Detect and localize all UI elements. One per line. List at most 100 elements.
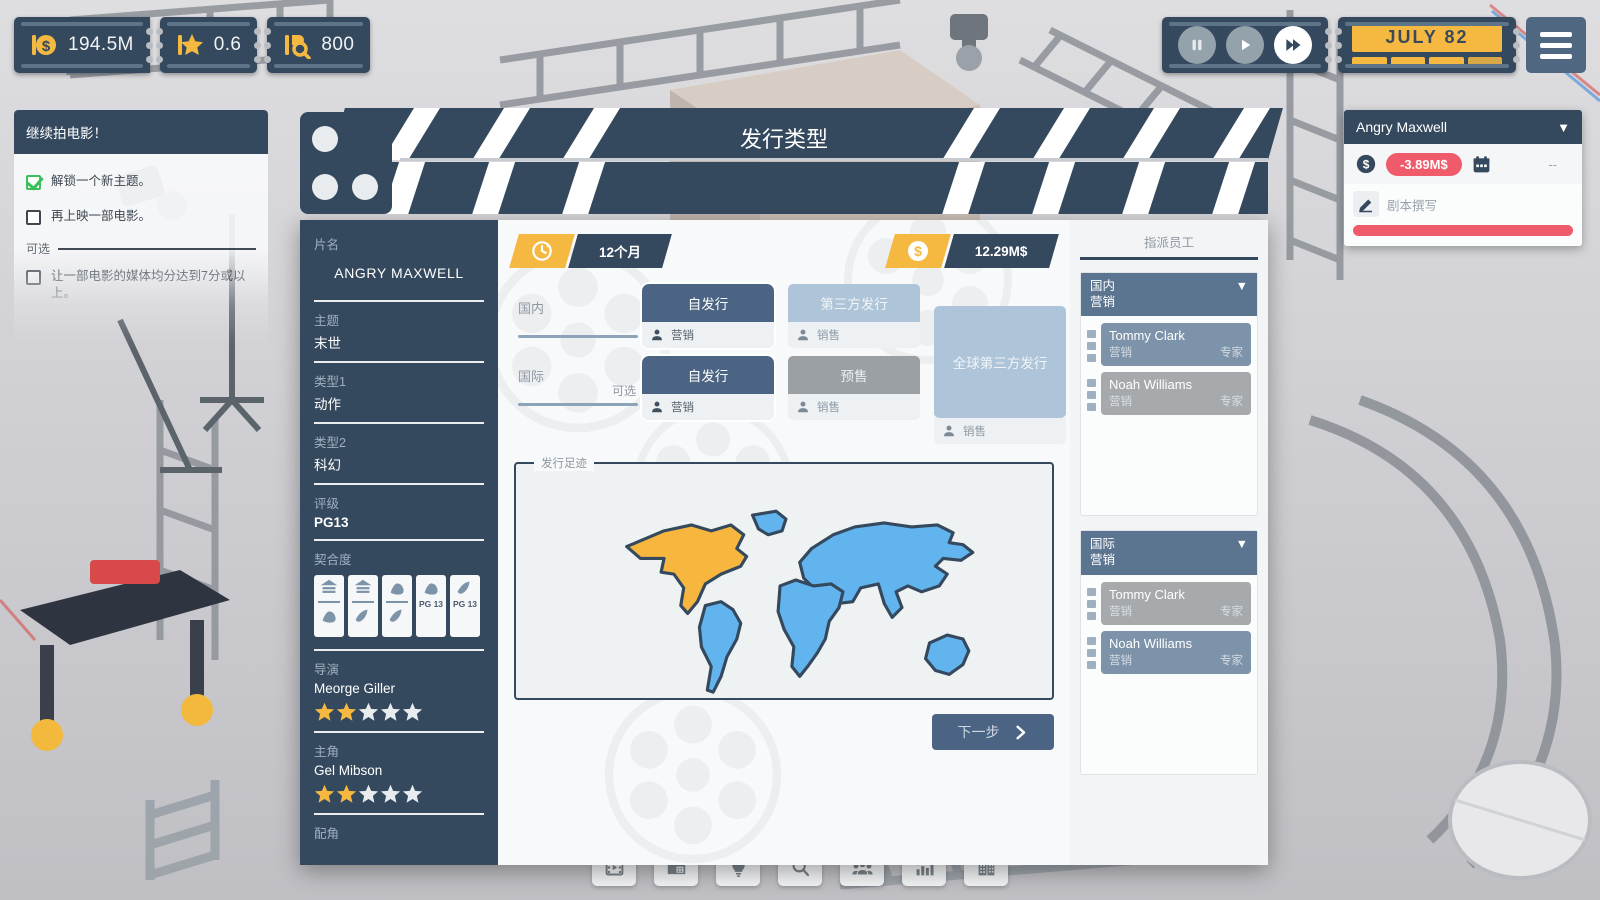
drag-handle-icon[interactable] <box>1087 582 1096 625</box>
chevron-down-icon[interactable]: ▼ <box>1557 120 1570 135</box>
menu-icon-bar <box>1540 43 1572 48</box>
fit-rating: PG 13 <box>453 600 477 609</box>
staff-group-role: 营销 <box>1090 295 1115 309</box>
staff-group-dropdown[interactable]: 国内 营销 ▼ <box>1081 273 1257 316</box>
objective-item-optional[interactable]: 让一部电影的媒体均分达到7分或以上。 <box>26 259 256 311</box>
row-label: 国内 <box>518 298 544 317</box>
staff-card[interactable]: Tommy Clark 营销 专家 <box>1101 582 1251 625</box>
fit-card[interactable] <box>382 575 412 637</box>
speed-and-date: JULY 82 <box>1162 17 1586 73</box>
staff-skill: 专家 <box>1220 344 1243 360</box>
staff-card[interactable]: Noah Williams 营销 专家 <box>1101 372 1251 415</box>
fit-card[interactable] <box>314 575 344 637</box>
distribution-center-panel: 12个月 $ 12.29M$ 国内 国际 可选 <box>498 220 1070 865</box>
fast-forward-icon <box>1283 35 1303 55</box>
objective-item[interactable]: 再上映一部电影。 <box>26 199 256 234</box>
staff-group-region: 国际 <box>1090 537 1115 551</box>
menu-button[interactable] <box>1526 17 1586 73</box>
staff-list: Tommy Clark 营销 专家 Noah Williams <box>1081 316 1257 507</box>
resource-money[interactable]: $ 194.5M <box>14 17 150 73</box>
option-title: 预售 <box>788 356 920 394</box>
project-stage: 剧本撰写 <box>1387 195 1437 214</box>
objective-text: 再上映一部电影。 <box>51 208 151 225</box>
field-label: 主题 <box>314 310 484 329</box>
date-progress <box>1352 57 1502 68</box>
resource-research[interactable]: 800 <box>267 17 370 73</box>
option-domestic-thirdparty[interactable]: 第三方发行 销售 <box>788 284 920 348</box>
fit-card[interactable]: PG 13 <box>416 575 446 637</box>
star-empty-icon <box>380 783 401 804</box>
scifi-icon <box>386 605 408 627</box>
staff-role: 营销 <box>1109 603 1132 619</box>
film-title-value: ANGRY MAXWELL <box>314 253 484 291</box>
staff-list-item[interactable]: Noah Williams 营销 专家 <box>1087 372 1251 415</box>
chevron-down-icon[interactable]: ▼ <box>1236 537 1248 553</box>
fit-cards: PG 13 PG 13 <box>314 575 484 637</box>
pause-icon <box>1188 36 1206 54</box>
pencil-icon <box>1353 191 1379 217</box>
option-domestic-self[interactable]: 自发行 营销 <box>642 284 774 348</box>
play-icon <box>1236 36 1254 54</box>
drag-handle-icon[interactable] <box>1087 631 1096 674</box>
project-budget: -3.89M$ <box>1386 153 1462 176</box>
distribution-modal: 发行类型 片名 ANGRY MAXWELL 主题 末世 类型1 动作 类型2 科… <box>300 104 1268 865</box>
money-icon: $ <box>886 234 952 268</box>
film-info-panel: 片名 ANGRY MAXWELL 主题 末世 类型1 动作 类型2 科幻 评级 … <box>300 220 498 865</box>
staff-card[interactable]: Noah Williams 营销 专家 <box>1101 631 1251 674</box>
genre-icon <box>386 577 408 599</box>
star-filled-icon <box>314 701 335 722</box>
fast-forward-button[interactable] <box>1274 26 1312 64</box>
checkbox-icon[interactable] <box>26 210 41 225</box>
theme-icon <box>318 577 340 599</box>
speed-controls <box>1162 17 1328 73</box>
objective-item[interactable]: 解锁一个新主题。 <box>26 164 256 199</box>
resource-rating[interactable]: 0.6 <box>160 17 258 73</box>
option-global-thirdparty[interactable]: 全球第三方发行 <box>934 306 1066 418</box>
objective-text: 让一部电影的媒体均分达到7分或以上。 <box>51 268 256 302</box>
project-card: Angry Maxwell ▼ $ -3.89M$ -- 剧本撰写 <box>1344 110 1582 246</box>
duration-chip: 12个月 <box>514 234 667 268</box>
play-button[interactable] <box>1226 26 1264 64</box>
date-display[interactable]: JULY 82 <box>1338 17 1516 73</box>
drag-handle-icon[interactable] <box>1087 372 1096 415</box>
drag-handle-icon[interactable] <box>1087 323 1096 366</box>
staff-list-item[interactable]: Noah Williams 营销 专家 <box>1087 631 1251 674</box>
optional-divider: 可选 <box>26 234 256 259</box>
staff-group-dropdown[interactable]: 国际 营销 ▼ <box>1081 531 1257 574</box>
cost-value-wrap: 12.29M$ <box>945 234 1059 268</box>
option-international-presale[interactable]: 预售 销售 <box>788 356 920 420</box>
staff-list-item[interactable]: Tommy Clark 营销 专家 <box>1087 323 1251 366</box>
option-role-row: 营销 <box>642 322 774 348</box>
film-field-genre2: 类型2 科幻 <box>314 432 484 474</box>
svg-text:$: $ <box>1363 158 1370 172</box>
staff-group-region: 国内 <box>1090 279 1115 293</box>
person-icon <box>650 328 664 342</box>
chevron-down-icon[interactable]: ▼ <box>1236 279 1248 295</box>
project-budget-row: $ -3.89M$ -- <box>1344 144 1582 184</box>
row-optional-label: 可选 <box>612 382 636 399</box>
star-filled-icon <box>336 783 357 804</box>
fit-card[interactable] <box>348 575 378 637</box>
staff-skill: 专家 <box>1220 603 1243 619</box>
field-label: 类型2 <box>314 432 484 451</box>
checkbox-checked-icon[interactable] <box>26 175 41 190</box>
cost-chip: $ 12.29M$ <box>890 234 1054 268</box>
theme-icon <box>352 577 374 599</box>
checkbox-icon[interactable] <box>26 270 41 285</box>
date-label: JULY 82 <box>1352 23 1502 52</box>
staff-name: Tommy Clark <box>1109 587 1243 602</box>
option-role-row: 销售 <box>934 418 1066 444</box>
project-date: -- <box>1548 157 1573 172</box>
staff-list-item[interactable]: Tommy Clark 营销 专家 <box>1087 582 1251 625</box>
next-step-button[interactable]: 下一步 <box>932 714 1054 750</box>
option-title: 全球第三方发行 <box>953 352 1048 372</box>
summary-chips: 12个月 $ 12.29M$ <box>514 234 1054 268</box>
fit-card[interactable]: PG 13 <box>450 575 480 637</box>
option-role: 营销 <box>671 327 694 343</box>
staff-card[interactable]: Tommy Clark 营销 专家 <box>1101 323 1251 366</box>
calendar-icon <box>1469 151 1495 177</box>
project-header[interactable]: Angry Maxwell ▼ <box>1344 110 1582 144</box>
option-international-self[interactable]: 自发行 营销 <box>642 356 774 420</box>
pause-button[interactable] <box>1178 26 1216 64</box>
objectives-title: 继续拍电影！ <box>14 110 268 154</box>
